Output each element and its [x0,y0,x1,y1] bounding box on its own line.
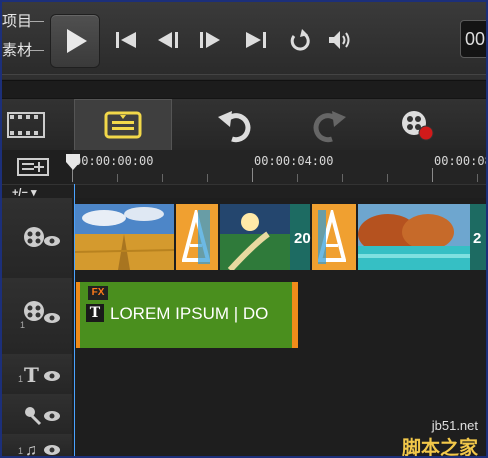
transition-clip[interactable]: 20 [290,204,311,270]
ruler-tick [342,174,343,182]
redo-button[interactable] [294,99,358,151]
ruler-label: 00:00:08:00 [434,154,486,168]
play-button[interactable] [50,14,100,68]
transition-icon [182,210,210,264]
ruler-tick [117,174,118,182]
title-type-icon: T [86,304,104,322]
playhead-marker[interactable] [66,150,80,172]
track-manager-icon[interactable] [16,156,52,178]
timeline-ruler[interactable]: 00:00:00:00 00:00:04:00 00:00:08:00 [2,150,486,185]
transition-clip[interactable] [176,204,218,270]
ruler-scale[interactable]: 00:00:00:00 00:00:04:00 00:00:08:00 [72,150,486,184]
mode-divider [30,21,44,22]
record-capture-button[interactable] [386,99,450,151]
title-track-header[interactable]: 1 T [2,354,73,394]
editor-window: 项目 素材 00 00:00:00:00 00:00:04:00 00:00:0… [0,0,488,458]
transition-clip[interactable] [312,204,356,270]
ruler-tick [162,174,163,182]
fx-badge: FX [88,286,108,300]
record-capture-icon [402,111,434,141]
transition-icon [318,210,346,264]
timeline-toolbar [2,98,486,152]
project-mode-tab[interactable]: 项目 [2,10,44,34]
ruler-tick [432,168,433,182]
ruler-label: 00:00:04:00 [254,154,334,168]
player-bar: 项目 素材 00 [2,2,486,81]
previous-frame-icon[interactable] [154,26,182,54]
microphone-icon [25,407,60,426]
clip-label: 20 [294,230,311,247]
clip-mode-tab[interactable]: 素材 [2,39,44,63]
clip-label: 2 [473,230,482,247]
video-track-content[interactable]: 20 2 [72,198,486,278]
title-track-icon: 1 T [18,363,60,386]
undo-button[interactable] [206,99,270,151]
svg-text:T: T [24,363,39,386]
mode-divider [30,50,44,51]
title-clip[interactable]: FX T LOREM IPSUM | DO [76,282,298,348]
volume-icon[interactable] [326,26,354,54]
filmstrip-icon [7,112,45,138]
undo-icon [218,111,251,143]
redo-icon [313,111,346,143]
overlay-track-icon: 1 [20,301,60,330]
watermark-site: jb51.net [431,418,478,433]
title-clip-text: LOREM IPSUM | DO [110,304,269,323]
repeat-icon[interactable] [286,26,314,54]
svg-text:1: 1 [18,446,23,456]
video-clip-autumn-lake[interactable] [358,204,470,270]
svg-text:♫: ♫ [25,442,37,456]
go-to-start-icon[interactable] [112,26,140,54]
timeline-view-icon [104,111,142,139]
video-track-header[interactable] [2,198,73,278]
voice-track-content[interactable] [72,394,486,434]
ruler-tick [387,174,388,182]
video-clip-sunset-river[interactable] [220,204,292,270]
ruler-tick [477,174,478,182]
video-clip-wheat-field[interactable] [74,204,174,270]
music-note-icon: 1 ♫ [18,442,60,456]
title-track-content[interactable] [72,354,486,394]
timecode-display[interactable]: 00 [460,20,486,58]
next-frame-icon[interactable] [196,26,224,54]
ruler-label: 00:00:00:00 [74,154,154,168]
transition-clip[interactable]: 2 [470,204,486,270]
svg-text:1: 1 [20,320,25,330]
ruler-tick [252,168,253,182]
play-icon [67,29,87,53]
music-track-header[interactable]: 1 ♫ [2,434,73,456]
video-track-icon [24,227,60,247]
go-to-end-icon[interactable] [242,26,270,54]
separator [2,81,486,98]
ruler-tick [207,174,208,182]
ruler-tick [297,174,298,182]
voice-track-header[interactable] [2,394,73,434]
timeline-view-button[interactable] [74,99,172,151]
overlay-track-header[interactable]: 1 [2,278,73,354]
scrub-bar[interactable] [2,74,486,79]
svg-text:1: 1 [18,374,23,384]
watermark-name: 脚本之家 [401,438,478,458]
storyboard-view-button[interactable] [2,99,58,151]
playhead-line [74,184,75,456]
